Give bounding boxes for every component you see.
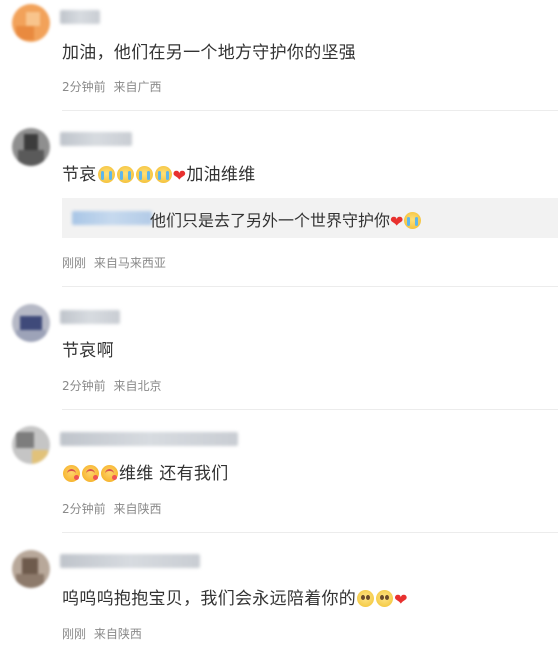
comment-meta: 2分钟前 来自陕西	[62, 500, 165, 517]
comment-meta: 刚刚 来自马来西亚	[62, 254, 170, 271]
reply-text: 他们只是去了另外一个世界守护你❤	[150, 207, 422, 231]
username[interactable]	[60, 10, 100, 24]
divider	[62, 110, 558, 111]
divider	[62, 286, 558, 287]
comment-text-suffix: 维维 还有我们	[119, 464, 229, 484]
comment-meta: 2分钟前 来自广西	[62, 78, 165, 95]
comment-location: 来自马来西亚	[93, 256, 166, 270]
kiss-face-icon	[63, 465, 80, 482]
username[interactable]	[60, 432, 238, 446]
crying-face-icon	[404, 212, 422, 229]
avatar[interactable]	[12, 550, 50, 588]
comment-meta: 刚刚 来自陕西	[62, 625, 146, 642]
comment-time: 2分钟前	[62, 80, 106, 94]
avatar[interactable]	[12, 304, 50, 342]
reply-username[interactable]	[72, 211, 152, 225]
crying-face-icon	[97, 166, 115, 183]
reply-text-content: 他们只是去了另外一个世界守护你	[150, 211, 391, 230]
comment-time: 刚刚	[62, 627, 87, 641]
comment-text-prefix: 节哀	[62, 165, 97, 185]
crying-face-icon	[154, 166, 172, 183]
comment-location: 来自陕西	[113, 502, 162, 516]
comment-text: 节哀 ❤加油维维	[62, 164, 256, 187]
username[interactable]	[60, 310, 120, 324]
username[interactable]	[60, 554, 200, 568]
kiss-face-icon	[101, 465, 118, 482]
username[interactable]	[60, 132, 132, 146]
comment-text-prefix: 呜呜呜抱抱宝贝，我们会永远陪着你的	[62, 589, 357, 609]
avatar[interactable]	[12, 128, 50, 166]
crying-face-icon	[116, 166, 134, 183]
comment-time: 刚刚	[62, 256, 87, 270]
avatar[interactable]	[12, 4, 50, 42]
comment-time: 2分钟前	[62, 502, 106, 516]
comment-location: 来自北京	[113, 379, 162, 393]
red-heart-icon: ❤	[172, 166, 187, 185]
divider	[62, 532, 558, 533]
crying-face-icon	[135, 166, 153, 183]
comment-text: 呜呜呜抱抱宝贝，我们会永远陪着你的 ❤	[62, 588, 408, 611]
pleading-face-icon	[376, 590, 394, 607]
comment-time: 2分钟前	[62, 379, 106, 393]
avatar[interactable]	[12, 426, 50, 464]
divider	[62, 409, 558, 410]
comment-location: 来自广西	[113, 80, 162, 94]
comment-text: 节哀啊	[62, 341, 114, 361]
kiss-face-icon	[82, 465, 99, 482]
comment-text: 维维 还有我们	[62, 463, 229, 485]
comment-text-suffix: 加油维维	[186, 165, 256, 185]
reply-box: 他们只是去了另外一个世界守护你❤	[62, 198, 558, 238]
comment-text: 加油，他们在另一个地方守护你的坚强	[62, 43, 357, 63]
red-heart-icon: ❤	[394, 590, 408, 609]
comment-location: 来自陕西	[93, 627, 142, 641]
comment-meta: 2分钟前 来自北京	[62, 377, 165, 394]
red-heart-icon: ❤	[390, 212, 404, 231]
pleading-face-icon	[357, 590, 375, 607]
